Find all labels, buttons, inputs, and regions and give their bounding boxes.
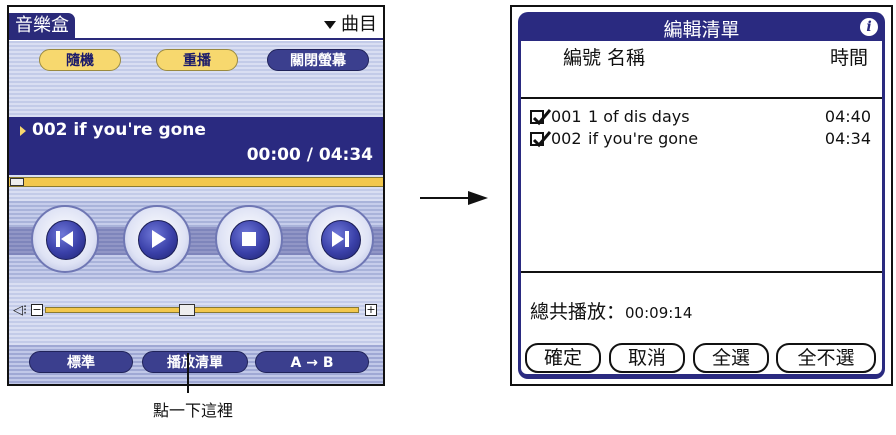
tracks-menu-label: 曲目: [341, 14, 377, 35]
list-item[interactable]: 002 if you're gone 04:34: [521, 129, 882, 151]
total-label: 總共播放：: [530, 301, 626, 323]
select-all-button[interactable]: 全選: [693, 343, 769, 373]
header-rule: [9, 38, 383, 40]
speaker-icon: ◁⁝: [13, 303, 28, 318]
track-time: 04:40: [824, 107, 871, 126]
dropdown-triangle-icon: [324, 21, 336, 29]
play-icon: [152, 230, 166, 248]
column-header-num-name: 編號 名稱: [563, 47, 646, 69]
stop-button[interactable]: [215, 205, 283, 273]
play-button[interactable]: [123, 205, 191, 273]
shuffle-button[interactable]: 隨機: [39, 49, 121, 71]
next-track-button[interactable]: [306, 205, 374, 273]
track-number: 001: [551, 107, 582, 126]
track-time: 04:34: [824, 129, 871, 148]
next-icon: [332, 231, 349, 247]
previous-track-button[interactable]: [31, 205, 99, 273]
callout-leader-line: [187, 353, 189, 393]
total-value: 00:09:14: [625, 304, 693, 322]
repeat-button[interactable]: 重播: [156, 49, 238, 71]
bottom-bar: 標準 播放清單 A → B: [9, 345, 383, 384]
progress-bar[interactable]: [9, 177, 383, 187]
dialog-title: 編輯清單: [663, 19, 740, 41]
cancel-button[interactable]: 取消: [609, 343, 685, 373]
ok-button[interactable]: 確定: [525, 343, 601, 373]
ab-repeat-button[interactable]: A → B: [255, 351, 369, 373]
player-body: 隨機 重播 關閉螢幕 002 if you're gone 00:00 / 04…: [9, 41, 383, 384]
select-none-button[interactable]: 全不選: [776, 343, 876, 373]
info-icon[interactable]: i: [860, 18, 878, 36]
playlist-button[interactable]: 播放清單: [142, 351, 248, 373]
track-number: 002: [551, 129, 582, 148]
volume-down-button[interactable]: −: [31, 304, 43, 316]
volume-control: ◁⁝ − +: [9, 303, 383, 318]
previous-icon: [56, 231, 73, 247]
track-checkbox[interactable]: [530, 109, 552, 126]
volume-slider[interactable]: [45, 304, 359, 316]
stop-icon: [242, 232, 256, 246]
checkmark-icon: [532, 131, 552, 148]
column-header-time: 時間: [829, 47, 868, 69]
dialog-frame: 編輯清單 i 編號 名稱 時間 001 1 of dis days 04:40: [518, 12, 885, 379]
app-header: 音樂盒 曲目: [9, 7, 383, 41]
time-separator: /: [306, 145, 313, 165]
edit-playlist-screen: 編輯清單 i 編號 名稱 時間 001 1 of dis days 04:40: [510, 5, 893, 386]
track-name: if you're gone: [588, 129, 699, 148]
normal-mode-button[interactable]: 標準: [29, 351, 133, 373]
track-list: 001 1 of dis days 04:40 002 if you're go…: [521, 97, 882, 273]
app-title[interactable]: 音樂盒: [9, 13, 75, 39]
now-playing-time: 00:00 / 04:34: [247, 145, 373, 165]
music-box-screen: 音樂盒 曲目 隨機 重播 關閉螢幕 002 if you're gone 00:…: [7, 5, 385, 386]
screen-off-button[interactable]: 關閉螢幕: [267, 49, 369, 71]
playing-indicator-icon: [20, 126, 26, 136]
transition-arrow-icon: [420, 191, 488, 205]
total-playback: 總共播放：00:09:14: [530, 297, 692, 324]
dialog-content: 編號 名稱 時間 001 1 of dis days 04:40 002 if: [521, 41, 882, 374]
checkmark-icon: [532, 109, 552, 126]
now-playing-panel: 002 if you're gone 00:00 / 04:34: [9, 117, 383, 175]
track-name: 1 of dis days: [588, 107, 690, 126]
volume-handle[interactable]: [179, 304, 196, 316]
track-checkbox[interactable]: [530, 131, 552, 148]
tracks-menu[interactable]: 曲目: [324, 13, 377, 37]
volume-up-button[interactable]: +: [365, 304, 377, 316]
now-playing-title: 002 if you're gone: [32, 120, 206, 140]
total-duration: 04:34: [318, 145, 373, 165]
progress-handle[interactable]: [10, 178, 24, 186]
callout-label: 點一下這裡: [153, 401, 234, 420]
elapsed-time: 00:00: [246, 145, 301, 165]
list-item[interactable]: 001 1 of dis days 04:40: [521, 107, 882, 129]
transport-controls: [9, 201, 383, 281]
